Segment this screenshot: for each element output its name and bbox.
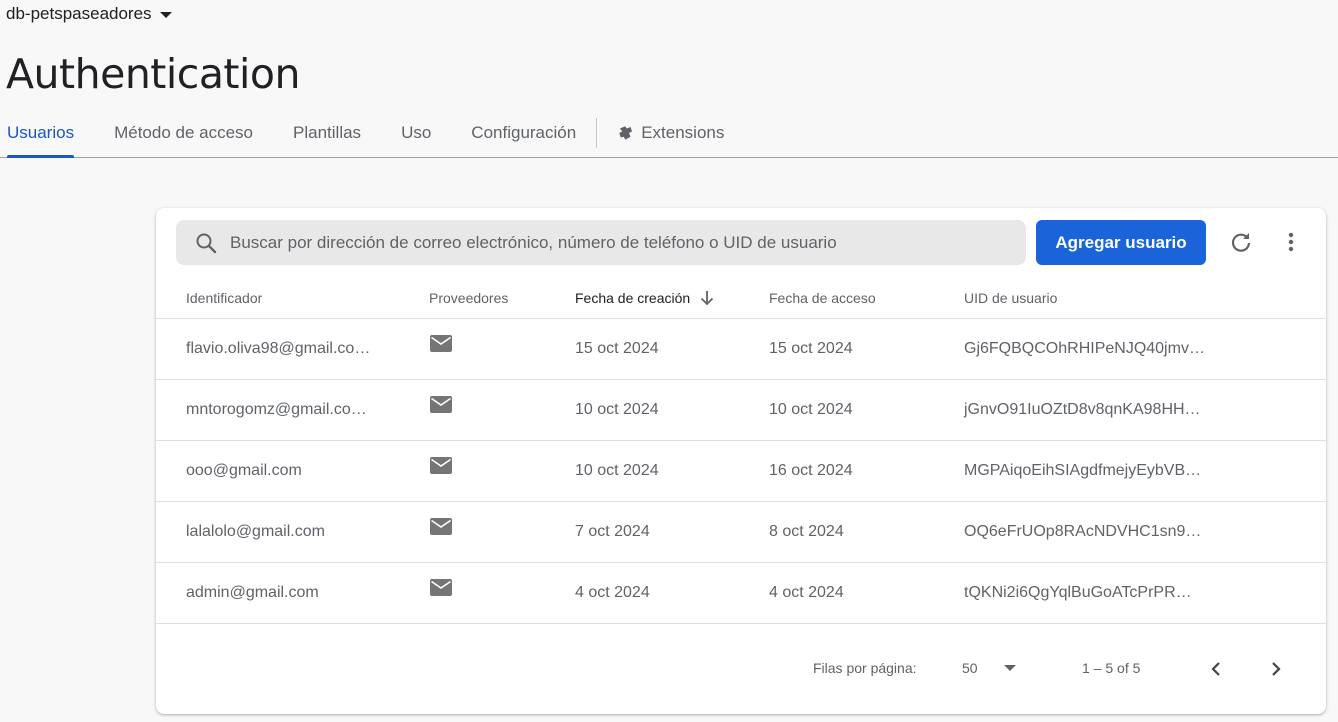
search-input[interactable] — [228, 231, 1012, 254]
table-header: Identificador Proveedores Fecha de creac… — [156, 278, 1326, 319]
tab-label: Extensions — [641, 122, 725, 142]
column-header-fecha-creacion[interactable]: Fecha de creación — [575, 290, 714, 306]
tab-label: Plantillas — [293, 122, 362, 142]
cell-uid: tQKNi2i6QgYqlBuGoATcPrPR… — [964, 584, 1192, 601]
cell-accessed: 8 oct 2024 — [769, 523, 844, 540]
table-row[interactable]: flavio.oliva98@gmail.co… 15 oct 2024 15 … — [156, 319, 1326, 380]
refresh-button[interactable] — [1227, 228, 1255, 256]
chevron-left-icon — [1211, 662, 1220, 676]
table-row[interactable]: lalalolo@gmail.com 7 oct 2024 8 oct 2024… — [156, 502, 1326, 563]
cell-uid: jGnvO91IuOZtD8v8qnKA98HH… — [964, 401, 1201, 418]
more-vert-icon — [1288, 232, 1294, 252]
cell-created: 7 oct 2024 — [575, 523, 650, 540]
cell-identifier: flavio.oliva98@gmail.co… — [186, 340, 371, 357]
tab-bar: Usuarios Método de acceso Plantillas Uso… — [0, 108, 1338, 158]
pagination-range: 1 – 5 of 5 — [1082, 660, 1141, 676]
table-row[interactable]: mntorogomz@gmail.co… 10 oct 2024 10 oct … — [156, 380, 1326, 441]
column-header-uid[interactable]: UID de usuario — [964, 290, 1057, 306]
search-bar[interactable] — [176, 220, 1026, 265]
chevron-down-icon — [159, 12, 172, 18]
column-header-fecha-acceso[interactable]: Fecha de acceso — [769, 290, 876, 306]
tab-uso[interactable]: Uso — [381, 108, 451, 157]
cell-created: 15 oct 2024 — [575, 340, 659, 357]
cell-accessed: 15 oct 2024 — [769, 340, 853, 357]
cell-accessed: 4 oct 2024 — [769, 584, 844, 601]
users-card: Agregar usuario Identificador Proveedore… — [156, 208, 1326, 714]
next-page-button[interactable] — [1263, 656, 1289, 682]
cell-identifier: lalalolo@gmail.com — [186, 523, 325, 540]
cell-identifier: admin@gmail.com — [186, 584, 319, 601]
tab-plantillas[interactable]: Plantillas — [273, 108, 381, 157]
column-header-proveedores: Proveedores — [429, 290, 509, 306]
page-title: Authentication — [6, 50, 300, 98]
table-row[interactable]: admin@gmail.com 4 oct 2024 4 oct 2024 tQ… — [156, 563, 1326, 624]
arrow-down-icon — [701, 291, 714, 306]
tab-usuarios[interactable]: Usuarios — [0, 108, 94, 158]
tab-label: Configuración — [471, 122, 577, 142]
tab-label: Usuarios — [7, 122, 75, 142]
tab-configuracion[interactable]: Configuración — [451, 108, 596, 157]
cell-uid: MGPAiqoEihSIAgdfmejyEybVB… — [964, 462, 1202, 479]
extension-icon — [619, 125, 633, 140]
tab-label: Uso — [401, 122, 432, 142]
tab-metodo-acceso[interactable]: Método de acceso — [94, 108, 273, 157]
cell-identifier: mntorogomz@gmail.co… — [186, 401, 367, 418]
email-icon — [430, 396, 452, 413]
cell-uid: OQ6eFrUOp8RAcNDVHC1sn9… — [964, 523, 1202, 540]
chevron-right-icon — [1272, 662, 1281, 676]
previous-page-button[interactable] — [1203, 656, 1229, 682]
email-icon — [430, 518, 452, 535]
cell-created: 4 oct 2024 — [575, 584, 650, 601]
cell-identifier: ooo@gmail.com — [186, 462, 302, 479]
column-header-identificador[interactable]: Identificador — [186, 290, 262, 306]
rows-per-page-value: 50 — [962, 660, 978, 676]
tab-extensions[interactable]: Extensions — [597, 108, 744, 157]
tab-label: Método de acceso — [114, 122, 254, 142]
cell-accessed: 10 oct 2024 — [769, 401, 853, 418]
chevron-down-icon — [1004, 665, 1016, 671]
pagination-bar: Filas por página: 50 1 – 5 of 5 — [156, 638, 1326, 698]
table-row[interactable]: ooo@gmail.com 10 oct 2024 16 oct 2024 MG… — [156, 441, 1326, 502]
cell-created: 10 oct 2024 — [575, 462, 659, 479]
search-icon — [196, 233, 217, 253]
rows-per-page-label: Filas por página: — [813, 660, 917, 676]
cell-created: 10 oct 2024 — [575, 401, 659, 418]
refresh-icon — [1231, 233, 1251, 252]
cell-uid: Gj6FQBQCOhRHIPeNJQ40jmv… — [964, 340, 1205, 357]
project-selector[interactable]: db-petspaseadores — [6, 4, 172, 24]
cell-accessed: 16 oct 2024 — [769, 462, 853, 479]
email-icon — [430, 579, 452, 596]
rows-per-page-select[interactable]: 50 — [962, 656, 1028, 680]
email-icon — [430, 335, 452, 352]
add-user-button[interactable]: Agregar usuario — [1036, 220, 1206, 265]
email-icon — [430, 457, 452, 474]
project-name: db-petspaseadores — [6, 4, 152, 23]
more-options-button[interactable] — [1277, 228, 1305, 256]
column-header-label: Fecha de creación — [575, 290, 691, 306]
